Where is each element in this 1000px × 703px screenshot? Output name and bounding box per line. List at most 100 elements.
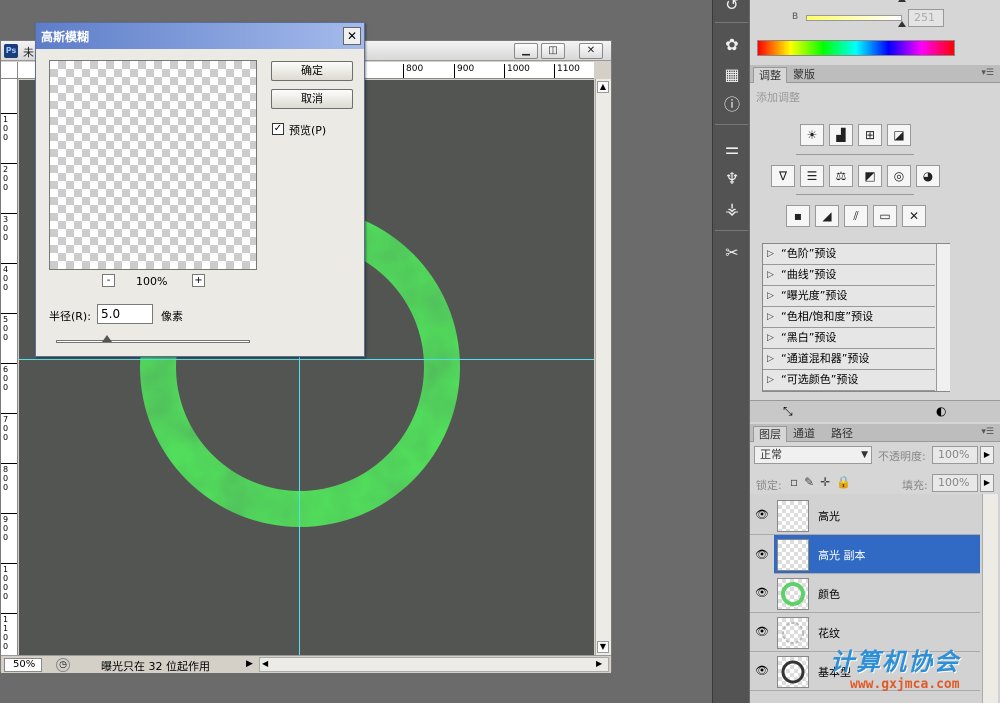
list-item[interactable]: ▷ “色相/饱和度”预设 <box>763 307 935 328</box>
list-item[interactable]: ▷ “曲线”预设 <box>763 265 935 286</box>
chevron-down-icon[interactable]: ▼ <box>861 447 868 463</box>
ok-button[interactable]: 确定 <box>271 61 353 81</box>
color-balance-icon[interactable]: ⚖ <box>829 165 853 187</box>
channel-mixer-icon[interactable]: ◕ <box>916 165 940 187</box>
black-white-icon[interactable]: ◩ <box>858 165 882 187</box>
eye-icon[interactable]: 👁 <box>754 664 770 678</box>
threshold-icon[interactable]: ⫽ <box>844 205 868 227</box>
scroll-up-icon[interactable]: ▲ <box>597 81 609 93</box>
vertical-scrollbar[interactable]: ▲ ▼ <box>595 79 611 657</box>
list-item[interactable]: ▷ “曝光度”预设 <box>763 286 935 307</box>
clip-icon[interactable]: ◐ <box>936 404 946 418</box>
horizontal-scrollbar[interactable]: ◀ ▶ <box>259 657 609 672</box>
tab-layers[interactable]: 图层 <box>753 426 787 442</box>
vertical-ruler[interactable]: 1 0 0 2 0 0 3 0 0 4 0 0 5 0 0 6 0 0 7 0 … <box>1 79 18 657</box>
list-item[interactable]: ▷ “黑白”预设 <box>763 328 935 349</box>
tab-channels[interactable]: 通道 <box>788 426 820 442</box>
scroll-down-icon[interactable]: ▼ <box>597 641 609 653</box>
list-item[interactable]: ▷ “可选颜色”预设 <box>763 370 935 391</box>
eye-icon[interactable]: 👁 <box>754 508 770 522</box>
brightness-icon[interactable]: ☀ <box>800 124 824 146</box>
opacity-field[interactable]: 100% <box>932 446 978 464</box>
clone-source-icon[interactable]: ♆ <box>718 166 746 192</box>
preset-scrollbar[interactable] <box>936 244 950 391</box>
info-icon[interactable]: ⓘ <box>718 92 746 118</box>
selective-color-icon[interactable]: ✕ <box>902 205 926 227</box>
panel-menu-icon[interactable]: ▾☰ <box>981 68 994 78</box>
scroll-left-icon[interactable]: ◀ <box>262 659 268 668</box>
ruler-tick: 4 0 0 <box>3 265 9 292</box>
expand-icon[interactable]: ▷ <box>767 328 774 348</box>
ruler-tick: 900 <box>454 64 474 78</box>
ruler-tick: 3 0 0 <box>3 215 9 242</box>
list-item[interactable]: ▷ “通道混和器”预设 <box>763 349 935 370</box>
brushes-icon[interactable]: ⚌ <box>718 136 746 162</box>
preview-checkbox[interactable]: ✓ <box>272 123 284 135</box>
panel-menu-icon[interactable]: ▾☰ <box>981 427 994 437</box>
close-button[interactable]: ✕ <box>579 43 603 59</box>
blue-channel-slider[interactable] <box>806 15 902 21</box>
radius-input[interactable]: 5.0 <box>97 304 153 324</box>
tool-presets-icon[interactable]: ⚶ <box>718 196 746 222</box>
eye-icon[interactable]: 👁 <box>754 625 770 639</box>
eye-icon[interactable]: 👁 <box>754 586 770 600</box>
zoom-out-button[interactable]: - <box>102 274 115 287</box>
blue-channel-value[interactable]: 251 <box>908 9 944 27</box>
fill-field[interactable]: 100% <box>932 474 978 492</box>
color-ramp[interactable] <box>757 40 955 56</box>
history-icon[interactable]: ↺ <box>718 0 746 18</box>
radius-slider[interactable] <box>56 340 250 343</box>
opacity-arrow-icon[interactable]: ▶ <box>980 446 994 464</box>
hue-saturation-icon[interactable]: ☰ <box>800 165 824 187</box>
list-item[interactable]: ▷ “色阶”预设 <box>763 244 935 265</box>
zoom-field[interactable]: 50% <box>4 658 42 672</box>
levels-icon[interactable]: ▟ <box>829 124 853 146</box>
minimize-button[interactable]: ▁ <box>514 43 538 59</box>
ruler-tick: 2 0 0 <box>3 165 9 192</box>
expand-icon[interactable]: ▷ <box>767 370 774 390</box>
expand-icon[interactable]: ▷ <box>767 307 774 327</box>
navigator-icon[interactable]: ✿ <box>718 32 746 58</box>
tab-paths[interactable]: 路径 <box>826 426 858 442</box>
horizontal-guide[interactable] <box>19 359 594 360</box>
layer-row[interactable]: 👁 高光 <box>750 496 980 535</box>
cancel-button[interactable]: 取消 <box>271 89 353 109</box>
vibrance-icon[interactable]: ∇ <box>771 165 795 187</box>
lock-icons[interactable]: ▫✎✛🔒 <box>790 475 857 489</box>
dialog-close-button[interactable]: ✕ <box>343 27 361 45</box>
status-menu-icon[interactable]: ▶ <box>246 659 253 669</box>
posterize-icon[interactable]: ◢ <box>815 205 839 227</box>
photo-filter-icon[interactable]: ◎ <box>887 165 911 187</box>
status-info-icon[interactable]: ◷ <box>56 658 70 672</box>
exposure-icon[interactable]: ◪ <box>887 124 911 146</box>
scroll-right-icon[interactable]: ▶ <box>596 659 602 668</box>
invert-icon[interactable]: ▪ <box>786 205 810 227</box>
expand-icon[interactable]: ▷ <box>767 244 774 264</box>
gradient-map-icon[interactable]: ▭ <box>873 205 897 227</box>
zoom-in-button[interactable]: + <box>192 274 205 287</box>
eye-icon[interactable]: 👁 <box>750 535 774 574</box>
radius-label: 半径(R): <box>49 310 91 323</box>
curves-icon[interactable]: ⊞ <box>858 124 882 146</box>
expand-icon[interactable]: ▷ <box>767 286 774 306</box>
return-icon[interactable]: ⤡ <box>783 404 793 419</box>
expand-icon[interactable]: ▷ <box>767 349 774 369</box>
fill-arrow-icon[interactable]: ▶ <box>980 474 994 492</box>
tools-icon[interactable]: ✂ <box>718 240 746 266</box>
slider-thumb-icon[interactable] <box>898 0 906 2</box>
slider-thumb-icon[interactable] <box>898 21 906 27</box>
radius-slider-thumb[interactable] <box>102 335 112 342</box>
expand-icon[interactable]: ▷ <box>767 265 774 285</box>
blend-mode-select[interactable]: 正常 ▼ <box>754 446 872 464</box>
histogram-icon[interactable]: ▦ <box>718 62 746 88</box>
restore-button[interactable]: ◫ <box>541 43 565 59</box>
layers-scrollbar[interactable] <box>982 494 998 703</box>
adjustments-tabs: 调整 蒙版 ▾☰ <box>750 65 1000 83</box>
dialog-title-bar[interactable]: 高斯模糊 ✕ <box>36 23 364 49</box>
layer-thumbnail <box>777 617 809 649</box>
preview-area[interactable] <box>49 60 257 270</box>
layer-row[interactable]: 👁 颜色 <box>750 574 980 613</box>
tab-masks[interactable]: 蒙版 <box>788 67 820 83</box>
layer-row[interactable]: 👁 高光 副本 <box>750 535 980 574</box>
tab-adjustments[interactable]: 调整 <box>753 67 787 83</box>
